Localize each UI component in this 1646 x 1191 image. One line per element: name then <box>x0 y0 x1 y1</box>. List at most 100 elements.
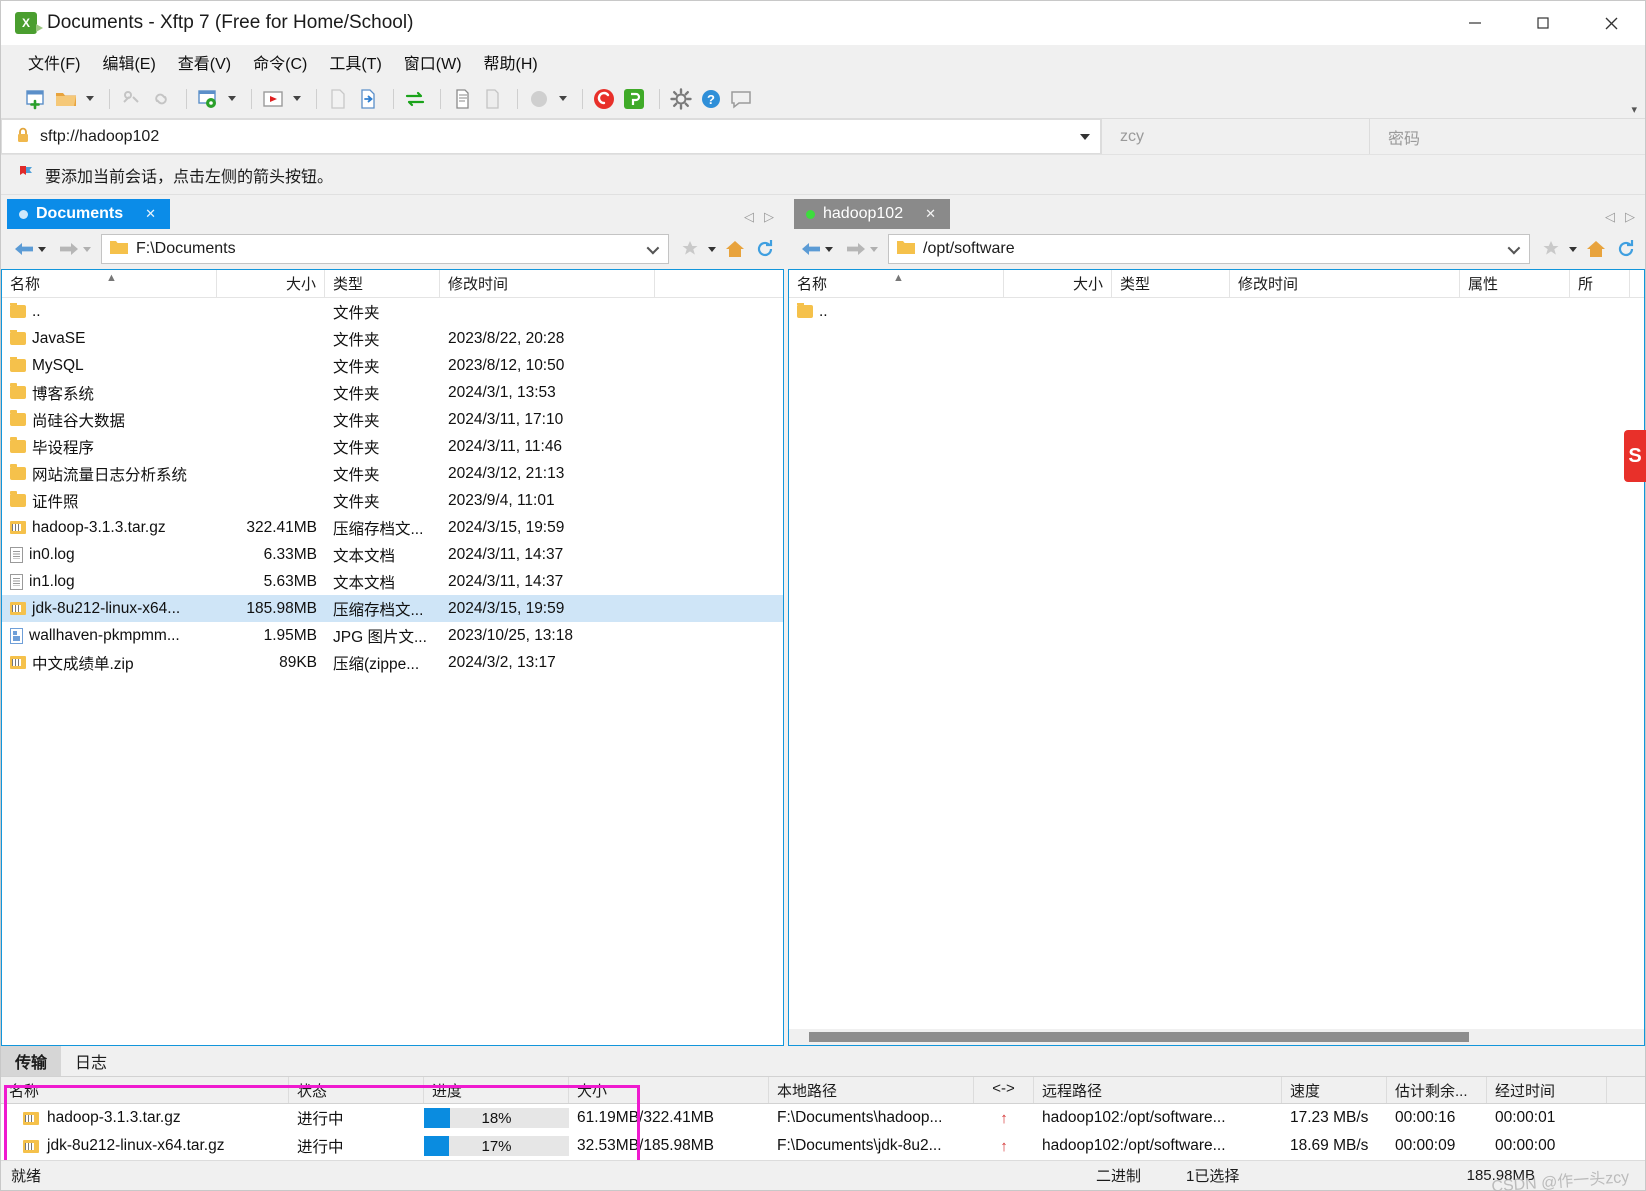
options-icon[interactable] <box>668 86 694 112</box>
link-icon[interactable] <box>148 86 174 112</box>
home-icon[interactable] <box>722 236 748 262</box>
xftp-icon[interactable] <box>621 86 647 112</box>
column-header-elapsed[interactable]: 经过时间 <box>1487 1077 1607 1103</box>
minimize-button[interactable] <box>1441 1 1509 45</box>
column-header-owner[interactable]: 所 <box>1570 270 1630 297</box>
paste-icon[interactable] <box>479 86 505 112</box>
table-row[interactable]: in1.log 5.63MB 文本文档 2024/3/11, 14:37 <box>2 568 783 595</box>
open-folder-dropdown-icon[interactable] <box>83 86 97 112</box>
local-path-input[interactable]: F:\Documents <box>101 234 669 264</box>
maximize-button[interactable] <box>1509 1 1577 45</box>
table-row[interactable]: 博客系统 文件夹 2024/3/1, 13:53 <box>2 379 783 406</box>
tab-close-icon[interactable]: ✕ <box>925 206 936 222</box>
transfer-rows[interactable]: hadoop-3.1.3.tar.gz 进行中 18% 61.19MB/322.41M… <box>1 1104 1645 1160</box>
new-session-icon[interactable] <box>23 86 49 112</box>
tab-scroll-right-icon[interactable]: ▷ <box>1625 209 1635 225</box>
column-header-name[interactable]: 名称 <box>1 1077 289 1103</box>
column-header-local-path[interactable]: 本地路径 <box>769 1077 974 1103</box>
remote-file-list[interactable]: 名称 大小 类型 修改时间 属性 所 ▲ .. <box>788 269 1645 1046</box>
column-header-time[interactable]: 修改时间 <box>440 270 655 297</box>
status-dropdown-icon[interactable] <box>556 86 570 112</box>
tab-scroll-left-icon[interactable]: ◁ <box>744 209 754 225</box>
back-arrow-icon[interactable] <box>800 240 822 258</box>
table-row[interactable]: 中文成绩单.zip 89KB 压缩(zippe... 2024/3/2, 13:17 <box>2 649 783 676</box>
favorites-dropdown-icon[interactable] <box>1569 246 1577 252</box>
tab-scroll-right-icon[interactable]: ▷ <box>764 209 774 225</box>
table-row[interactable]: hadoop-3.1.3.tar.gz 322.41MB 压缩存档文... 2024/… <box>2 514 783 541</box>
column-header-attributes[interactable]: 属性 <box>1460 270 1570 297</box>
open-folder-icon[interactable] <box>53 86 79 112</box>
forward-dropdown-icon[interactable] <box>83 246 91 252</box>
forward-arrow-icon[interactable] <box>58 240 80 258</box>
scrollbar-thumb[interactable] <box>809 1032 1469 1042</box>
side-floating-logo-icon[interactable]: S <box>1624 430 1646 482</box>
column-header-size[interactable]: 大小 <box>217 270 325 297</box>
star-icon[interactable] <box>677 236 703 262</box>
table-row[interactable]: 尚硅谷大数据 文件夹 2024/3/11, 17:10 <box>2 406 783 433</box>
copy-icon[interactable] <box>449 86 475 112</box>
column-header-type[interactable]: 类型 <box>325 270 440 297</box>
back-dropdown-icon[interactable] <box>38 246 46 252</box>
remote-horizontal-scrollbar[interactable] <box>789 1029 1644 1045</box>
transfer-file-icon[interactable] <box>355 86 381 112</box>
chevron-down-icon[interactable] <box>1080 120 1090 153</box>
sync-transfer-icon[interactable] <box>402 86 428 112</box>
session-settings-dropdown-icon[interactable] <box>225 86 239 112</box>
feedback-icon[interactable] <box>728 86 754 112</box>
tab-transfer[interactable]: 传输 <box>1 1046 62 1076</box>
home-icon[interactable] <box>1583 236 1609 262</box>
table-row[interactable]: wallhaven-pkmpmm... 1.95MB JPG 图片文... 2023/… <box>2 622 783 649</box>
refresh-icon[interactable] <box>1613 236 1639 262</box>
tab-log[interactable]: 日志 <box>61 1046 121 1076</box>
menu-help[interactable]: 帮助(H) <box>473 46 549 78</box>
help-icon[interactable]: ? <box>698 86 724 112</box>
menu-edit[interactable]: 编辑(E) <box>91 46 166 78</box>
table-row[interactable]: 毕设程序 文件夹 2024/3/11, 11:46 <box>2 433 783 460</box>
column-header-progress[interactable]: 进度 <box>424 1077 569 1103</box>
remote-path-input[interactable]: /opt/software <box>888 234 1530 264</box>
table-row[interactable]: 网站流量日志分析系统 文件夹 2024/3/12, 21:13 <box>2 460 783 487</box>
tab-close-icon[interactable]: ✕ <box>145 206 156 222</box>
refresh-icon[interactable] <box>752 236 778 262</box>
local-file-rows[interactable]: .. 文件夹 JavaSE 文件夹 2023/8/22, 20:28 MySQL 文件夹 20… <box>2 298 783 1045</box>
status-circle-icon[interactable] <box>526 86 552 112</box>
back-arrow-icon[interactable] <box>13 240 35 258</box>
transfer-row[interactable]: jdk-8u212-linux-x64.tar.gz 进行中 17% 32.53MB/… <box>1 1132 1645 1160</box>
tab-hadoop102[interactable]: hadoop102 ✕ <box>794 199 950 229</box>
close-button[interactable] <box>1577 1 1645 45</box>
table-row[interactable]: .. 文件夹 <box>2 298 783 325</box>
table-row[interactable]: JavaSE 文件夹 2023/8/22, 20:28 <box>2 325 783 352</box>
table-row[interactable]: MySQL 文件夹 2023/8/12, 10:50 <box>2 352 783 379</box>
tab-scroll-left-icon[interactable]: ◁ <box>1605 209 1615 225</box>
star-icon[interactable] <box>1538 236 1564 262</box>
password-field[interactable]: 密码 <box>1369 119 1646 154</box>
column-header-time[interactable]: 修改时间 <box>1230 270 1460 297</box>
session-settings-icon[interactable] <box>195 86 221 112</box>
forward-dropdown-icon[interactable] <box>870 246 878 252</box>
tab-documents[interactable]: Documents ✕ <box>7 199 171 229</box>
column-header-state[interactable]: 状态 <box>289 1077 424 1103</box>
username-field[interactable]: zcy <box>1101 119 1369 154</box>
forward-arrow-icon[interactable] <box>845 240 867 258</box>
table-row[interactable]: in0.log 6.33MB 文本文档 2024/3/11, 14:37 <box>2 541 783 568</box>
favorites-dropdown-icon[interactable] <box>708 246 716 252</box>
column-header-type[interactable]: 类型 <box>1112 270 1230 297</box>
table-row[interactable]: 证件照 文件夹 2023/9/4, 11:01 <box>2 487 783 514</box>
menu-view[interactable]: 查看(V) <box>167 46 242 78</box>
column-header-speed[interactable]: 速度 <box>1282 1077 1387 1103</box>
column-header-direction[interactable]: <-> <box>974 1077 1034 1103</box>
toolbar-overflow-icon[interactable]: ▾ <box>1631 103 1637 116</box>
remote-file-rows[interactable]: .. <box>789 298 1644 1029</box>
run-icon[interactable] <box>260 86 286 112</box>
url-field[interactable]: sftp://hadoop102 <box>1 119 1101 154</box>
new-file-icon[interactable] <box>325 86 351 112</box>
menu-file[interactable]: 文件(F) <box>17 46 91 78</box>
menu-command[interactable]: 命令(C) <box>242 46 318 78</box>
menu-window[interactable]: 窗口(W) <box>393 46 473 78</box>
column-header-eta[interactable]: 估计剩余... <box>1387 1077 1487 1103</box>
column-header-size[interactable]: 大小 <box>1004 270 1112 297</box>
back-dropdown-icon[interactable] <box>825 246 833 252</box>
column-header-size[interactable]: 大小 <box>569 1077 769 1103</box>
chevron-down-icon[interactable] <box>1507 241 1521 255</box>
column-header-remote-path[interactable]: 远程路径 <box>1034 1077 1282 1103</box>
